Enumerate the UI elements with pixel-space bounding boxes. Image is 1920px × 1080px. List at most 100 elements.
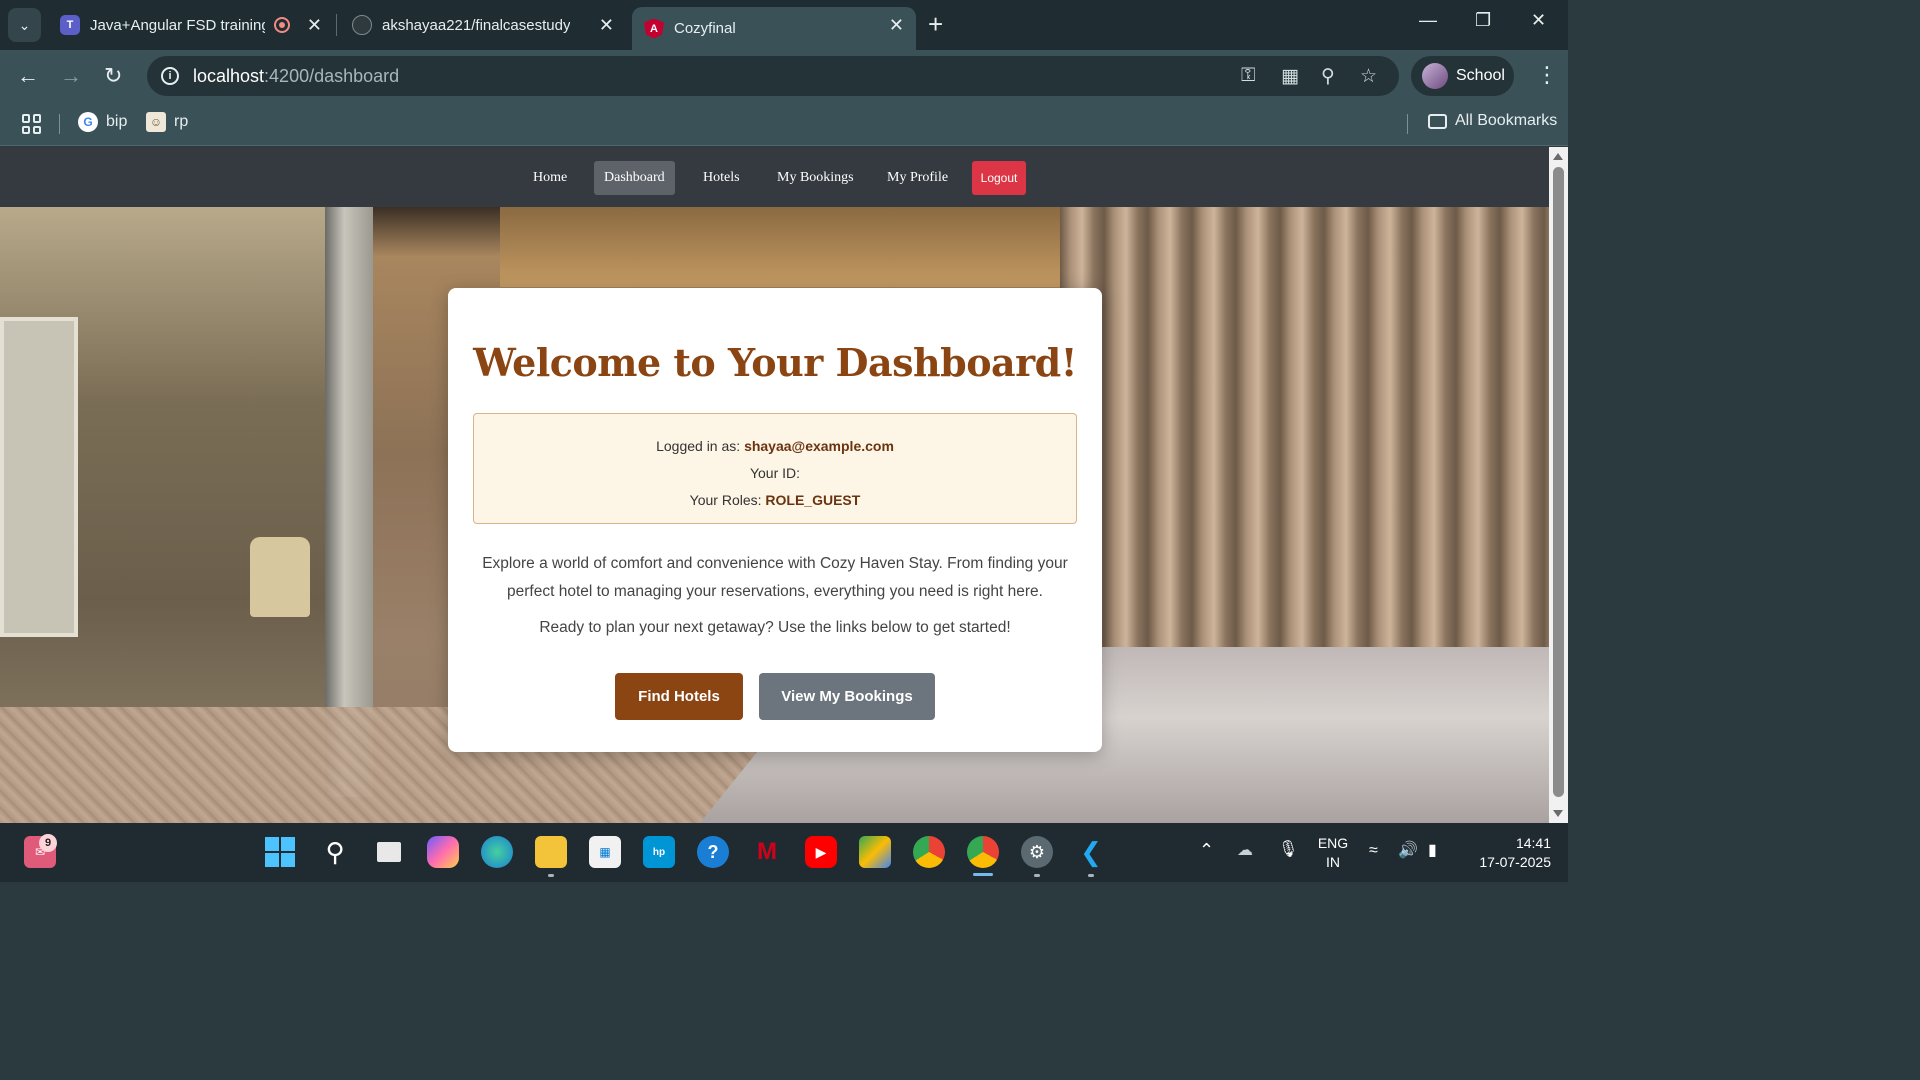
user-email: shayaa@example.com	[744, 438, 894, 454]
wifi-icon[interactable]: ≈	[1369, 841, 1378, 860]
back-button[interactable]: ←	[17, 63, 39, 89]
vscode-icon[interactable]: ❮	[1075, 836, 1107, 868]
zoom-icon[interactable]: ⚲	[1321, 65, 1335, 88]
user-roles-value: ROLE_GUEST	[765, 492, 861, 508]
folder-icon	[1428, 113, 1447, 129]
nav-my-profile[interactable]: My Profile	[877, 161, 958, 195]
nav-dashboard[interactable]: Dashboard	[594, 161, 675, 195]
user-info-box: Logged in as: shayaa@example.com Your ID…	[473, 413, 1077, 524]
chrome-profile-icon[interactable]	[967, 836, 999, 868]
avatar	[1422, 63, 1448, 89]
password-key-icon[interactable]: ⚿	[1241, 65, 1255, 87]
user-roles-row: Your Roles: ROLE_GUEST	[689, 492, 861, 508]
volume-icon[interactable]: 🔊	[1398, 841, 1418, 860]
bookmark-bip[interactable]: G bip	[78, 112, 127, 132]
teams-icon: T	[60, 15, 80, 35]
page-viewport: Home Dashboard Hotels My Bookings My Pro…	[0, 147, 1549, 823]
bookmark-star-icon[interactable]: ☆	[1360, 65, 1377, 88]
chevron-down-icon: ⌄	[18, 16, 31, 33]
scroll-thumb[interactable]	[1553, 167, 1564, 797]
apps-grid-icon[interactable]	[22, 114, 42, 134]
tab-title: akshayaa221/finalcasestudy	[382, 16, 571, 34]
all-bookmarks-label: All Bookmarks	[1455, 112, 1558, 129]
dashboard-cta-text: Ready to plan your next getaway? Use the…	[539, 619, 1011, 636]
minimize-icon[interactable]: —	[1419, 10, 1437, 31]
user-id-row: Your ID:	[749, 465, 801, 481]
browser-toolbar: ← → ↻ i localhost:4200/dashboard ⚿ ▦ ⚲ ☆…	[0, 50, 1568, 102]
task-view-icon[interactable]	[373, 836, 405, 868]
recording-icon	[274, 17, 290, 33]
bookmark-rp[interactable]: ☺ rp	[146, 112, 188, 132]
profile-button[interactable]: School	[1411, 56, 1514, 96]
onedrive-icon[interactable]: ☁	[1237, 841, 1253, 860]
dashboard-card: Welcome to Your Dashboard! Logged in as:…	[448, 288, 1102, 752]
youtube-icon[interactable]: ▶	[805, 836, 837, 868]
page-scrollbar[interactable]	[1549, 147, 1568, 823]
bookmarks-divider	[1407, 114, 1408, 134]
mcafee-icon[interactable]: M	[751, 836, 783, 868]
battery-icon[interactable]: ▮	[1428, 841, 1437, 860]
url-text[interactable]: localhost:4200/dashboard	[193, 66, 399, 87]
microsoft-store-icon[interactable]: ▦	[589, 836, 621, 868]
close-tab-icon[interactable]: ✕	[307, 15, 322, 36]
close-window-icon[interactable]: ✕	[1531, 10, 1546, 31]
close-tab-icon[interactable]: ✕	[599, 15, 614, 36]
windows-taskbar: ✉ 9 ⚲ ▦ hp ? M ▶ ⚙ ❮ ⌃ ☁ 🎙 ENG IN ≈ 🔊 ▮ …	[0, 823, 1568, 882]
tab-github[interactable]: akshayaa221/finalcasestudy ✕	[340, 7, 626, 43]
edge-icon[interactable]	[481, 836, 513, 868]
google-meet-icon[interactable]	[859, 836, 891, 868]
arrow-right-icon: →	[60, 63, 82, 88]
bookmark-label: rp	[174, 113, 189, 130]
show-hidden-icons-chevron-icon[interactable]: ⌃	[1199, 841, 1214, 860]
nav-hotels[interactable]: Hotels	[693, 161, 750, 195]
bookmarks-bar: G bip ☺ rp All Bookmarks	[0, 102, 1568, 146]
tab-bar: ⌄ T Java+Angular FSD training ✕ akshayaa…	[0, 0, 1568, 50]
bookmark-image-icon: ☺	[146, 112, 166, 132]
new-tab-button[interactable]: +	[928, 10, 943, 38]
address-bar[interactable]: i localhost:4200/dashboard ⚿ ▦ ⚲ ☆	[147, 56, 1399, 96]
find-hotels-button[interactable]: Find Hotels	[615, 673, 743, 720]
translate-icon[interactable]: ▦	[1281, 65, 1299, 88]
help-icon[interactable]: ?	[697, 836, 729, 868]
scroll-up-icon[interactable]	[1553, 153, 1563, 160]
tab-title: Java+Angular FSD training	[90, 16, 265, 34]
tab-title: Cozyfinal	[674, 20, 736, 37]
tab-cozyfinal[interactable]: A Cozyfinal ✕	[632, 7, 916, 50]
angular-icon: A	[644, 18, 664, 39]
close-tab-icon[interactable]: ✕	[889, 15, 904, 36]
scroll-down-icon[interactable]	[1553, 810, 1563, 817]
view-my-bookings-button[interactable]: View My Bookings	[759, 673, 935, 720]
google-icon: G	[78, 112, 98, 132]
bookmarks-divider	[59, 114, 60, 134]
dashboard-description: Explore a world of comfort and convenien…	[482, 555, 1068, 600]
tab-search-button[interactable]: ⌄	[8, 8, 41, 42]
more-menu-icon[interactable]: ⋮	[1536, 62, 1558, 88]
settings-gear-icon[interactable]: ⚙	[1021, 836, 1053, 868]
tab-teams[interactable]: T Java+Angular FSD training ✕	[48, 7, 334, 43]
language-indicator[interactable]: ENG IN	[1316, 834, 1350, 872]
file-explorer-icon[interactable]	[535, 836, 567, 868]
nav-my-bookings[interactable]: My Bookings	[767, 161, 864, 195]
clock[interactable]: 14:41 17-07-2025	[1463, 834, 1551, 872]
search-icon[interactable]: ⚲	[319, 836, 351, 868]
restore-icon[interactable]: ❐	[1475, 10, 1491, 31]
notification-badge: 9	[39, 834, 57, 852]
forward-button[interactable]: →	[60, 63, 82, 89]
chrome-icon[interactable]	[913, 836, 945, 868]
reload-icon: ↻	[104, 63, 123, 88]
dashboard-actions: Find Hotels View My Bookings	[448, 673, 1102, 720]
nav-home[interactable]: Home	[523, 161, 577, 195]
myhp-icon[interactable]: hp	[643, 836, 675, 868]
site-info-icon[interactable]: i	[161, 67, 179, 85]
logout-button[interactable]: Logout	[972, 161, 1026, 195]
site-navbar: Home Dashboard Hotels My Bookings My Pro…	[0, 147, 1549, 207]
start-windows-icon[interactable]	[264, 836, 296, 868]
github-icon	[352, 15, 372, 35]
bookmark-label: bip	[106, 113, 128, 130]
logged-in-row: Logged in as: shayaa@example.com	[656, 438, 894, 454]
reload-button[interactable]: ↻	[104, 63, 122, 89]
copilot-icon[interactable]	[427, 836, 459, 868]
microphone-icon[interactable]: 🎙	[1278, 840, 1298, 859]
profile-name: School	[1456, 67, 1505, 84]
all-bookmarks-button[interactable]: All Bookmarks	[1428, 112, 1557, 130]
